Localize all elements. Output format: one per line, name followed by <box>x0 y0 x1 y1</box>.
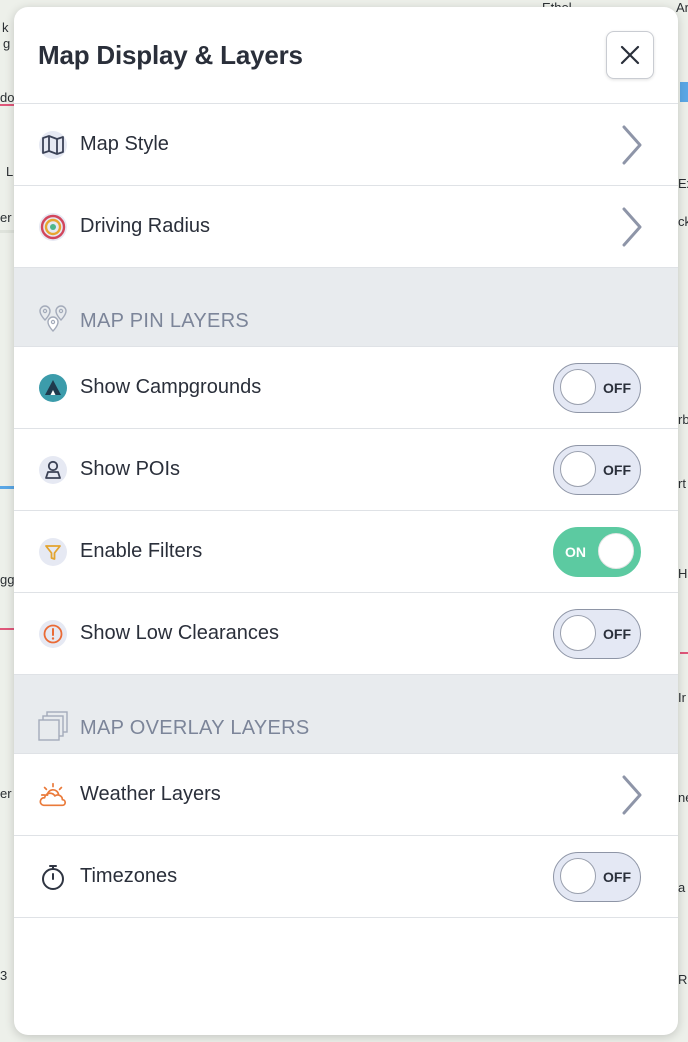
chevron-right-icon <box>622 775 642 814</box>
map-display-layers-panel: Map Display & Layers Map Style Driving R… <box>14 7 678 1035</box>
chevron-right-icon <box>622 125 642 164</box>
show-pois-row: Show POIs OFF <box>14 429 678 511</box>
toggle-knob <box>560 614 596 651</box>
map-label: rt <box>678 476 686 491</box>
campground-icon <box>38 373 68 403</box>
toggle-knob <box>560 368 596 405</box>
target-icon <box>38 212 68 242</box>
enable-filters-label: Enable Filters <box>80 540 203 562</box>
driving-radius-label: Driving Radius <box>80 215 211 237</box>
warning-icon <box>38 619 68 649</box>
toggle-state: ON <box>565 543 586 560</box>
toggle-state: OFF <box>603 379 631 396</box>
show-campgrounds-row: Show Campgrounds OFF <box>14 347 678 429</box>
panel-title: Map Display & Layers <box>38 40 303 70</box>
section-map-overlay-layers: MAP OVERLAY LAYERS <box>14 675 678 754</box>
toggle-knob <box>560 857 596 894</box>
map-label: rb <box>678 412 688 427</box>
map-label: er <box>0 210 12 225</box>
section-label: MAP PIN LAYERS <box>80 310 250 332</box>
driving-radius-row[interactable]: Driving Radius <box>14 186 678 268</box>
map-label: g <box>3 36 11 51</box>
section-label: MAP OVERLAY LAYERS <box>80 717 310 739</box>
weather-layers-row[interactable]: Weather Layers <box>14 754 678 836</box>
map-label: ck <box>678 214 688 229</box>
campgrounds-toggle[interactable]: OFF <box>553 362 641 413</box>
map-label: L <box>6 164 14 179</box>
show-campgrounds-label: Show Campgrounds <box>80 376 262 398</box>
weather-layers-label: Weather Layers <box>80 783 221 805</box>
toggle-state: OFF <box>603 461 631 478</box>
map-label: Ha <box>678 566 688 581</box>
toggle-state: OFF <box>603 868 631 885</box>
pois-toggle[interactable]: OFF <box>553 444 641 495</box>
show-low-clearances-row: Show Low Clearances OFF <box>14 593 678 675</box>
map-label: do <box>0 90 15 105</box>
layers-icon <box>38 711 68 741</box>
low-clearances-toggle[interactable]: OFF <box>553 608 641 659</box>
panel-header: Map Display & Layers <box>14 7 678 104</box>
toggle-knob <box>560 450 596 487</box>
map-label: er <box>0 786 12 801</box>
timezones-label: Timezones <box>80 865 178 887</box>
map-icon <box>38 130 68 160</box>
toggle-state: OFF <box>603 625 631 642</box>
map-label: 3 <box>0 968 8 983</box>
map-label: Ex <box>678 176 688 191</box>
poi-person-icon <box>38 455 68 485</box>
map-label: gg <box>0 572 15 587</box>
map-label: k <box>2 20 9 35</box>
enable-filters-row: Enable Filters ON <box>14 511 678 593</box>
timezones-row: Timezones OFF <box>14 836 678 918</box>
weather-icon <box>38 780 68 810</box>
map-pins-icon <box>39 305 67 332</box>
map-label: a <box>678 880 686 895</box>
filter-icon <box>38 537 68 567</box>
close-icon <box>620 45 640 65</box>
map-style-row[interactable]: Map Style <box>14 104 678 186</box>
chevron-right-icon <box>622 207 642 246</box>
toggle-knob <box>598 532 634 569</box>
show-low-clearances-label: Show Low Clearances <box>80 622 279 644</box>
filters-toggle[interactable]: ON <box>553 526 641 577</box>
section-map-pin-layers: MAP PIN LAYERS <box>14 268 678 347</box>
timezones-toggle[interactable]: OFF <box>553 851 641 902</box>
map-style-label: Map Style <box>80 133 169 155</box>
map-label: ne <box>678 790 688 805</box>
stopwatch-icon <box>38 862 68 892</box>
show-pois-label: Show POIs <box>80 458 181 480</box>
map-label: R <box>678 972 688 987</box>
map-label: Ir <box>678 690 686 705</box>
close-button[interactable] <box>606 31 654 79</box>
